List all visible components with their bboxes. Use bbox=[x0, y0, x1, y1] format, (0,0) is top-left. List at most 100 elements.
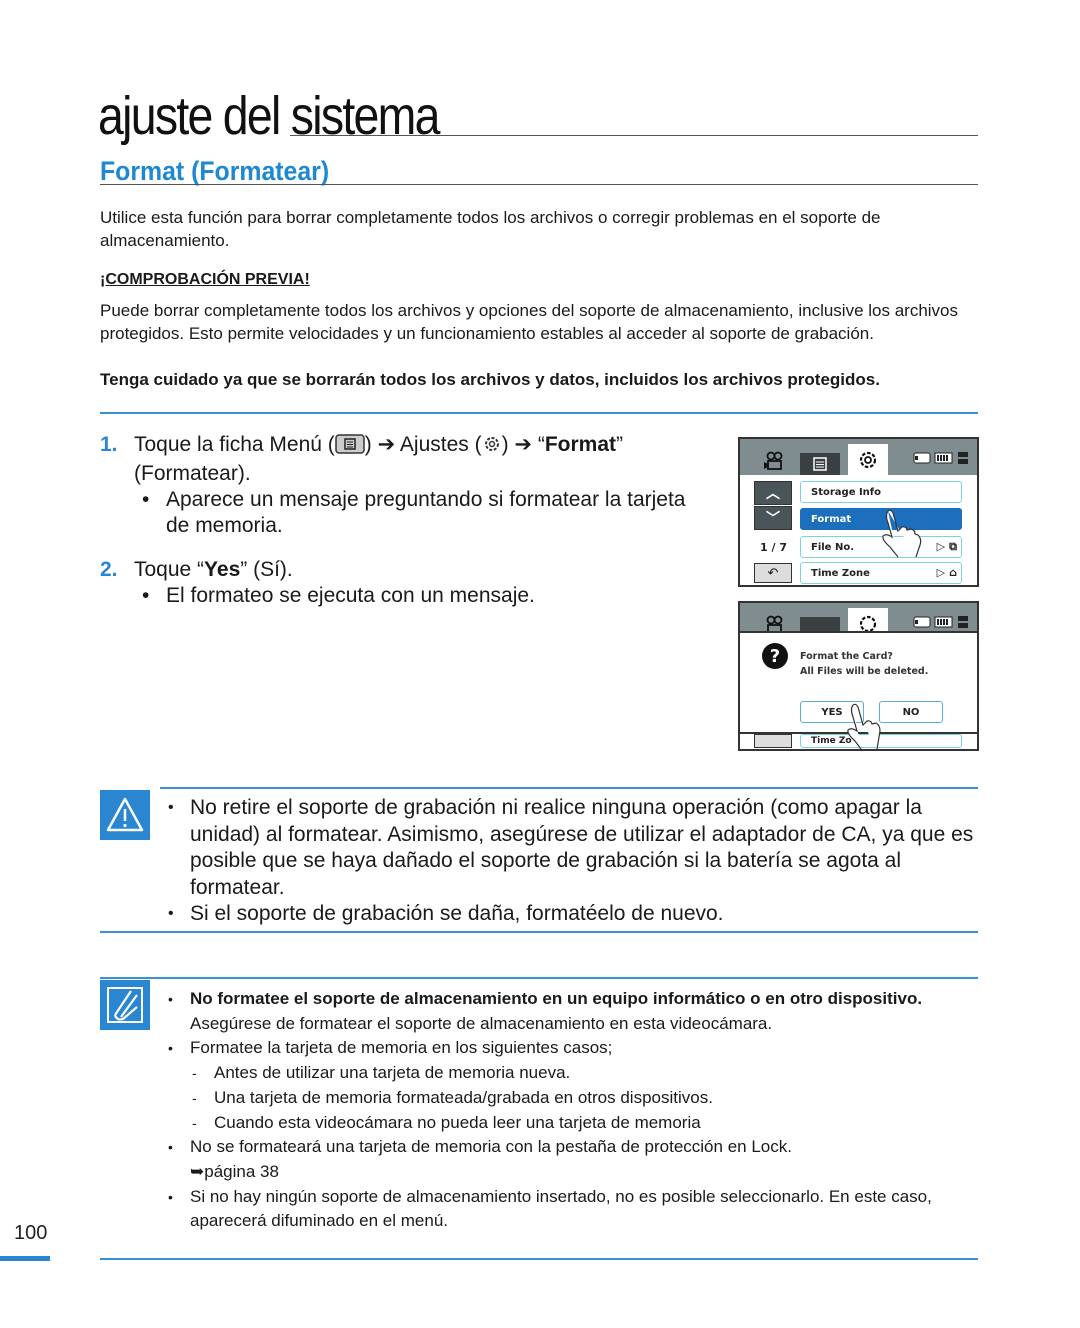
scroll-down-button[interactable]: ﹀ bbox=[754, 506, 792, 530]
no-button[interactable]: NO bbox=[879, 701, 943, 723]
intro-paragraph: Utilice esta función para borrar complet… bbox=[100, 208, 881, 250]
dialog-message: Format the Card? All Files will be delet… bbox=[800, 649, 928, 679]
tip-item: • No se formateará una tarjeta de memoria… bbox=[168, 1135, 983, 1184]
status-icons bbox=[913, 451, 969, 465]
step-text: ” (Sí). bbox=[240, 558, 293, 581]
step-note-text: Aparece un mensaje preguntando si format… bbox=[166, 488, 686, 537]
tip-text: Si no hay ningún soporte de almacenamien… bbox=[190, 1186, 932, 1231]
question-icon: ? bbox=[762, 643, 788, 669]
menu-tab[interactable] bbox=[800, 453, 840, 475]
memory-card-icon bbox=[913, 616, 931, 628]
home-clock-icon: ⌂ bbox=[949, 566, 957, 579]
step-2-note: • El formateo se ejecuta con un mensaje. bbox=[134, 583, 700, 609]
tip-divider-top bbox=[100, 977, 978, 979]
remaining-time-icon bbox=[958, 616, 968, 628]
screen-body: ︿ ﹀ 1 / 7 ↶ Storage Info Format File No.… bbox=[740, 475, 977, 585]
chapter-title: ajuste del sistema bbox=[98, 86, 440, 146]
precheck-divider bbox=[100, 412, 978, 414]
menu-item-time-zone[interactable]: Time Zone ▷ ⌂ bbox=[800, 562, 962, 584]
steps-list: 1. Toque la ficha Menú () ➔ Ajustes () ➔… bbox=[100, 432, 700, 619]
warning-divider-top bbox=[160, 787, 978, 789]
section-divider bbox=[100, 184, 978, 185]
page-reference-link[interactable]: ➥página 38 bbox=[190, 1162, 279, 1181]
tip-item: • Si no hay ningún soporte de almacenamie… bbox=[168, 1185, 983, 1234]
page-number-bar bbox=[0, 1256, 50, 1261]
status-icons bbox=[913, 615, 969, 629]
menu-tab-icon bbox=[335, 434, 365, 461]
scroll-up-button[interactable]: ︿ bbox=[754, 481, 792, 505]
screen-tab-bar bbox=[740, 439, 977, 475]
menu-item-label: File No. bbox=[811, 541, 854, 553]
tip-item: • No formatee el soporte de almacenamient… bbox=[168, 987, 983, 1036]
precheck-warning: Tenga cuidado ya que se borrarán todos l… bbox=[100, 370, 880, 389]
tip-divider-bottom bbox=[100, 1258, 978, 1260]
step-text: ) ➔ “ bbox=[501, 433, 545, 456]
step-bold-text: Format bbox=[544, 433, 617, 456]
battery-icon bbox=[934, 616, 953, 628]
step-note-text: El formateo se ejecuta con un mensaje. bbox=[166, 584, 535, 607]
tip-item: • Formatee la tarjeta de memoria en los s… bbox=[168, 1036, 983, 1061]
menu-item-format[interactable]: Format bbox=[800, 508, 962, 530]
precheck-body: Puede borrar completamente todos los arc… bbox=[100, 301, 959, 343]
page-indicator: 1 / 7 bbox=[760, 541, 787, 554]
bullet: • bbox=[168, 1040, 173, 1057]
camera-mode-icon[interactable] bbox=[754, 447, 794, 475]
dash: - bbox=[192, 1114, 197, 1131]
dialog-line: Format the Card? bbox=[800, 651, 893, 662]
warning-text: Si el soporte de grabación se daña, form… bbox=[190, 902, 724, 925]
warning-divider-bottom bbox=[100, 931, 978, 933]
step-number: 1. bbox=[100, 433, 118, 456]
step-1-note: • Aparece un mensaje preguntando si forma… bbox=[134, 487, 700, 539]
step-2: 2. Toque “Yes” (Sí). • El formateo se eje… bbox=[100, 557, 700, 609]
back-button[interactable]: ↶ bbox=[754, 563, 792, 583]
back-button[interactable] bbox=[754, 734, 792, 748]
warning-text: No retire el soporte de grabación ni rea… bbox=[190, 796, 974, 899]
menu-item-label: Time Zone bbox=[811, 567, 870, 579]
play-arrow-icon: ▷ bbox=[936, 540, 946, 553]
tip-text: Formatee la tarjeta de memoria en los si… bbox=[190, 1038, 613, 1058]
settings-tab[interactable] bbox=[848, 444, 888, 475]
tip-text: Asegúrese de formatear el soporte de alm… bbox=[190, 1013, 773, 1033]
warning-list: • No retire el soporte de grabación ni re… bbox=[168, 795, 983, 928]
section-title: Format (Formatear) bbox=[100, 156, 330, 186]
tip-subitem: - Antes de utilizar una tarjeta de memori… bbox=[168, 1061, 983, 1086]
settings-gear-icon bbox=[482, 434, 502, 461]
bullet: • bbox=[168, 799, 174, 816]
camera-screen-dialog: ? Format the Card? All Files will be del… bbox=[738, 601, 979, 751]
page-number: 100 bbox=[14, 1222, 48, 1244]
warning-icon bbox=[100, 790, 150, 840]
precheck-heading: ¡COMPROBACIÓN PREVIA! bbox=[100, 271, 310, 288]
warning-item: • No retire el soporte de grabación ni re… bbox=[168, 795, 983, 901]
format-confirm-dialog: ? Format the Card? All Files will be del… bbox=[740, 631, 977, 734]
step-number: 2. bbox=[100, 558, 118, 581]
chapter-divider bbox=[290, 135, 978, 136]
remaining-time-icon bbox=[958, 452, 968, 464]
step-text: Toque “ bbox=[134, 558, 205, 581]
step-bold-text: Yes bbox=[204, 558, 241, 581]
bullet: • bbox=[142, 584, 150, 607]
bullet: • bbox=[168, 1188, 173, 1205]
tip-text: Cuando esta videocámara no pueda leer un… bbox=[214, 1112, 701, 1132]
tip-list: • No formatee el soporte de almacenamient… bbox=[168, 987, 983, 1234]
tip-text: Antes de utilizar una tarjeta de memoria… bbox=[214, 1063, 571, 1083]
menu-item-storage-info[interactable]: Storage Info bbox=[800, 481, 962, 503]
menu-item-file-no[interactable]: File No. ▷ ⧉ bbox=[800, 536, 962, 558]
yes-button[interactable]: YES bbox=[800, 701, 864, 723]
bullet: • bbox=[142, 488, 150, 511]
menu-item-label: Time Zo bbox=[811, 736, 852, 746]
memory-card-icon bbox=[913, 452, 931, 464]
tip-subitem: - Una tarjeta de memoria formateada/graba… bbox=[168, 1086, 983, 1111]
bullet: • bbox=[168, 905, 174, 922]
tip-bold-text: No formatee el soporte de almacenamiento… bbox=[190, 989, 923, 1008]
menu-item-label: Format bbox=[811, 513, 852, 525]
tip-subitem: - Cuando esta videocámara no pueda leer u… bbox=[168, 1111, 983, 1136]
dash: - bbox=[192, 1089, 197, 1106]
play-arrow-icon: ▷ bbox=[936, 566, 946, 579]
battery-icon bbox=[934, 452, 953, 464]
step-1: 1. Toque la ficha Menú () ➔ Ajustes () ➔… bbox=[100, 432, 700, 539]
tip-text: No se formateará una tarjeta de memoria … bbox=[190, 1137, 792, 1157]
bullet: • bbox=[168, 991, 173, 1007]
menu-item-time-zone[interactable]: Time Zo bbox=[800, 734, 962, 748]
file-number-icon: ⧉ bbox=[949, 540, 957, 553]
bullet: • bbox=[168, 1139, 173, 1156]
